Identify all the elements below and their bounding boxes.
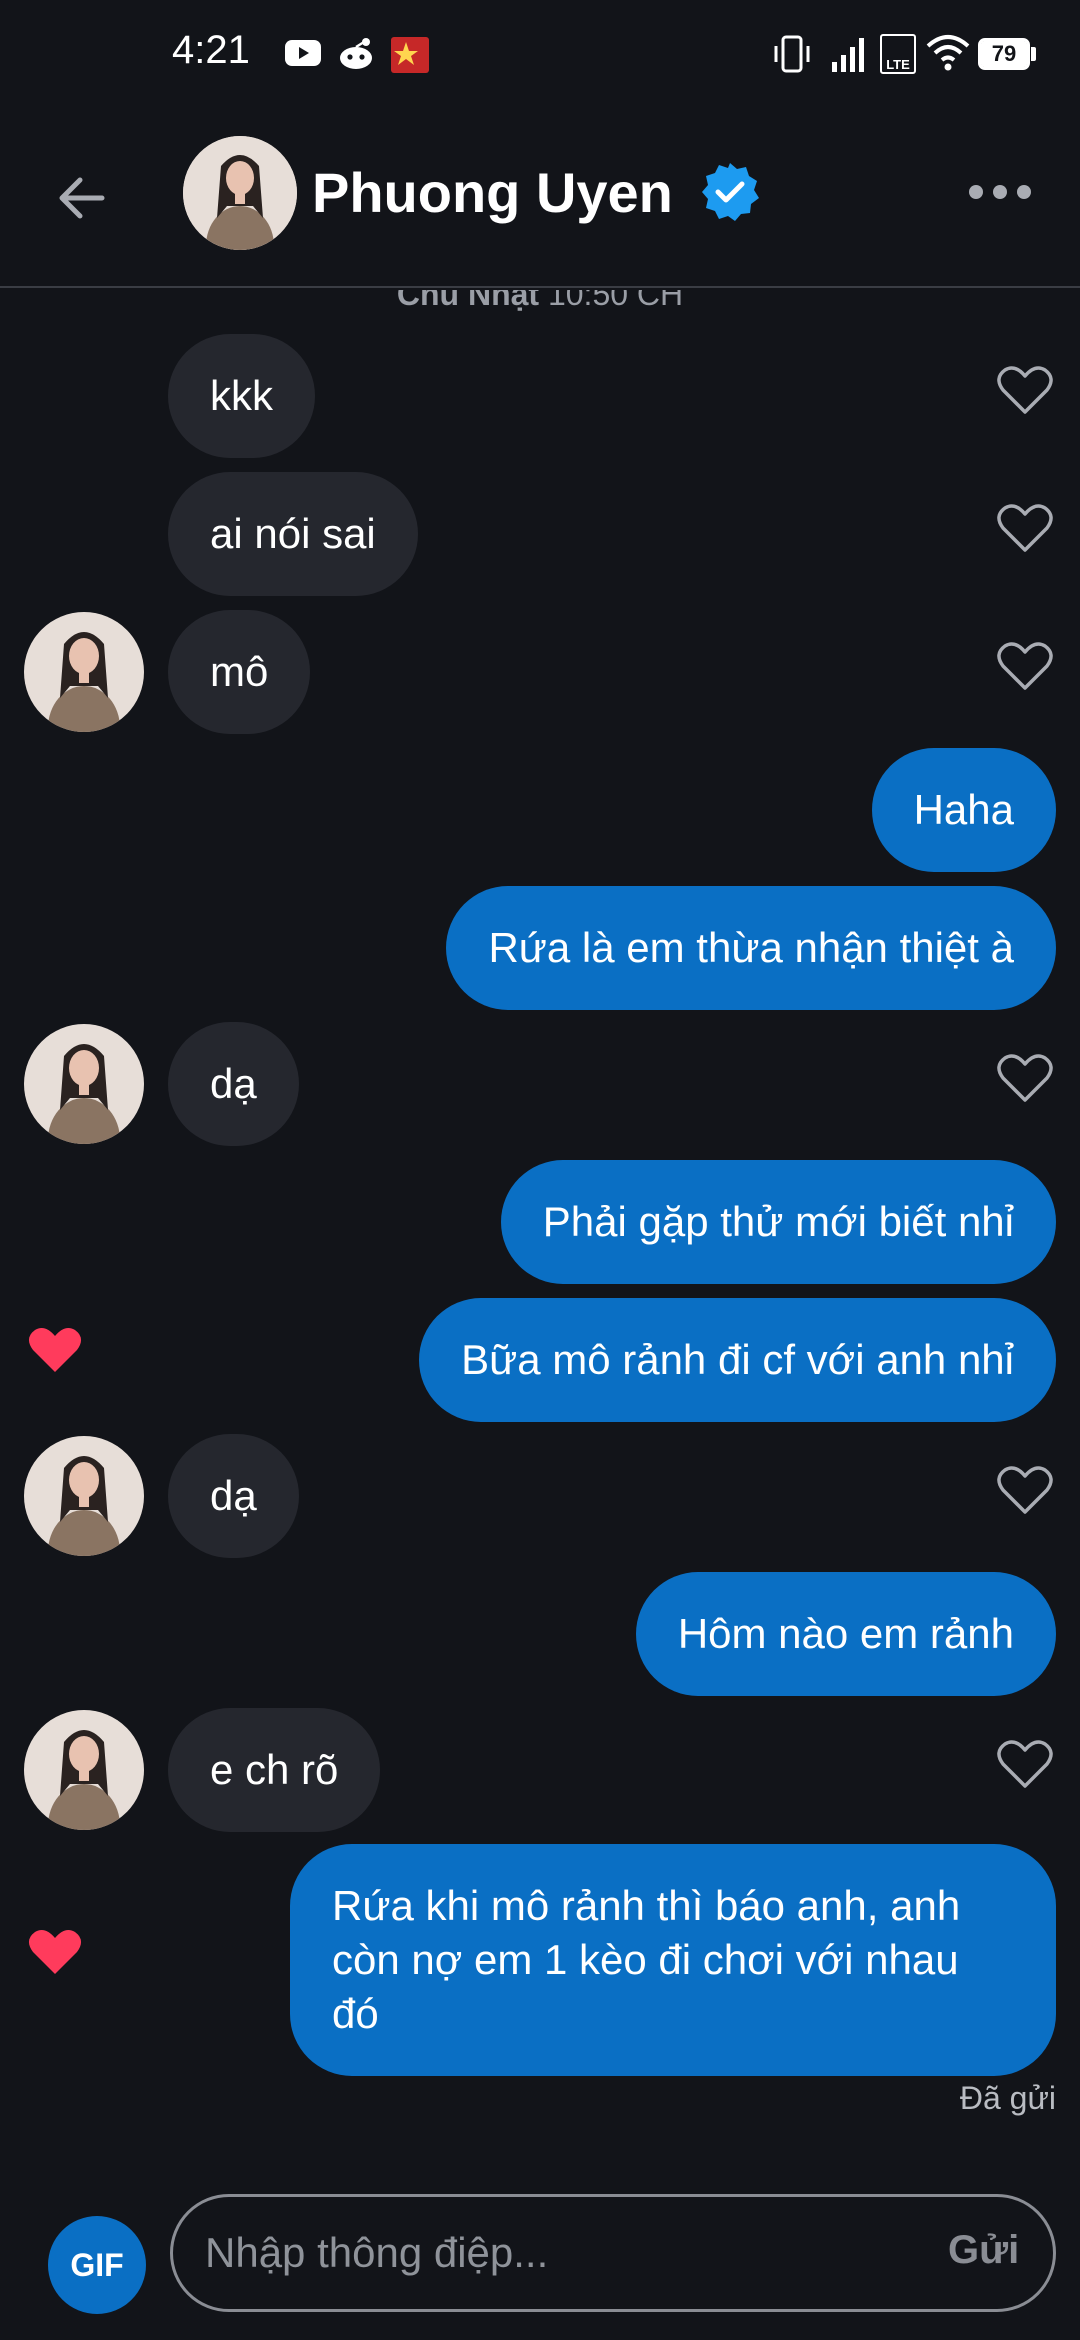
message-input[interactable] bbox=[170, 2194, 1056, 2312]
outgoing-message-bubble[interactable]: Bữa mô rảnh đi cf với anh nhỉ bbox=[419, 1298, 1056, 1422]
incoming-message-bubble[interactable]: dạ bbox=[168, 1022, 299, 1146]
date-separator-day: Chủ Nhật bbox=[396, 290, 540, 312]
incoming-message-bubble[interactable]: ai nói sai bbox=[168, 472, 418, 596]
status-bar: 4:21 LTE 79 bbox=[0, 0, 1080, 110]
reddit-icon bbox=[340, 38, 372, 69]
battery-icon: 79 bbox=[978, 38, 1030, 70]
date-separator-time: 10:50 CH bbox=[547, 290, 684, 312]
outgoing-message-bubble[interactable]: Rứa là em thừa nhận thiệt à bbox=[446, 886, 1056, 1010]
outgoing-message-bubble[interactable]: Hôm nào em rảnh bbox=[635, 1572, 1056, 1696]
incoming-message-bubble[interactable]: e ch rõ bbox=[168, 1708, 381, 1832]
like-heart-outline-icon[interactable] bbox=[996, 1052, 1054, 1104]
vibrate-icon bbox=[774, 35, 810, 73]
sent-status: Đã gửi bbox=[959, 2080, 1056, 2116]
like-heart-outline-icon[interactable] bbox=[996, 364, 1054, 416]
contact-avatar[interactable] bbox=[183, 136, 297, 250]
liked-heart-icon[interactable] bbox=[26, 1324, 84, 1376]
sender-avatar[interactable] bbox=[24, 612, 144, 732]
status-time: 4:21 bbox=[172, 28, 250, 72]
like-heart-outline-icon[interactable] bbox=[996, 640, 1054, 692]
chat-screen: 4:21 LTE 79 Phuong Uyen Chủ Nhật 10:50 C… bbox=[0, 0, 1080, 2340]
outgoing-message-bubble[interactable]: Rứa khi mô rảnh thì báo anh, anh còn nợ … bbox=[290, 1844, 1056, 2076]
app-notification-icon bbox=[391, 37, 429, 73]
back-arrow-icon[interactable] bbox=[52, 168, 112, 228]
more-options-icon[interactable] bbox=[968, 180, 1032, 204]
volte-badge: LTE bbox=[880, 34, 916, 74]
like-heart-outline-icon[interactable] bbox=[996, 1738, 1054, 1790]
outgoing-message-bubble[interactable]: Phải gặp thử mới biết nhỉ bbox=[500, 1160, 1056, 1284]
outgoing-message-bubble[interactable]: Haha bbox=[871, 748, 1056, 872]
like-heart-outline-icon[interactable] bbox=[996, 1464, 1054, 1516]
chat-header: Phuong Uyen bbox=[0, 110, 1080, 288]
liked-heart-icon[interactable] bbox=[26, 1926, 84, 1978]
date-separator: Chủ Nhật 10:50 CH bbox=[0, 290, 1080, 313]
verified-badge-icon bbox=[702, 163, 759, 221]
contact-name[interactable]: Phuong Uyen bbox=[312, 160, 673, 225]
like-heart-outline-icon[interactable] bbox=[996, 502, 1054, 554]
message-composer: GIF Gửi bbox=[0, 2190, 1080, 2340]
incoming-message-bubble[interactable]: kkk bbox=[168, 334, 315, 458]
message-list[interactable]: Chủ Nhật 10:50 CH kkk ai nói sai mô Haha… bbox=[0, 290, 1080, 2150]
network-badge-text: LTE bbox=[886, 57, 910, 72]
battery-level: 79 bbox=[981, 41, 1027, 67]
signal-icon bbox=[832, 38, 864, 72]
sender-avatar[interactable] bbox=[24, 1436, 144, 1556]
send-button[interactable]: Gửi bbox=[948, 2228, 1019, 2273]
sender-avatar[interactable] bbox=[24, 1710, 144, 1830]
incoming-message-bubble[interactable]: dạ bbox=[168, 1434, 299, 1558]
sender-avatar[interactable] bbox=[24, 1024, 144, 1144]
wifi-icon bbox=[926, 35, 970, 71]
incoming-message-bubble[interactable]: mô bbox=[168, 610, 311, 734]
gif-button[interactable]: GIF bbox=[48, 2216, 146, 2314]
battery-tip bbox=[1031, 47, 1036, 61]
youtube-icon bbox=[285, 40, 321, 66]
